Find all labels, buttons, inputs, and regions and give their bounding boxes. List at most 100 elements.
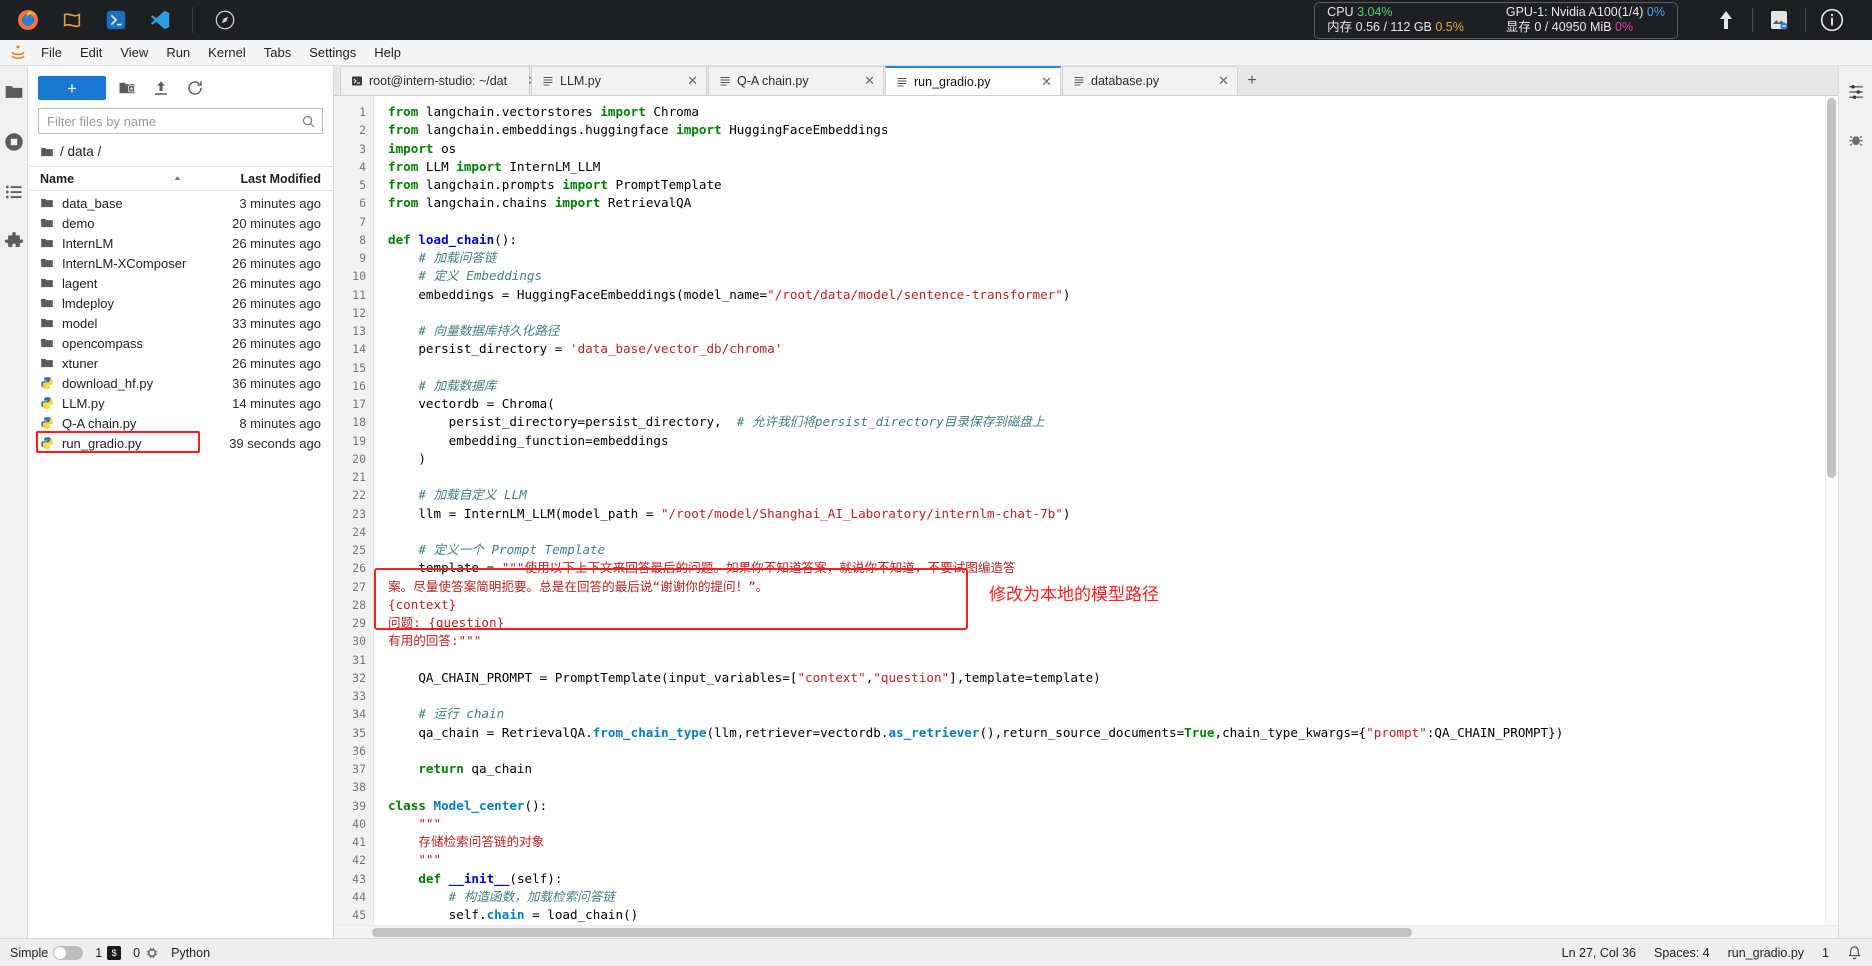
menu-tabs[interactable]: Tabs: [255, 42, 300, 63]
editor-tab[interactable]: LLM.py ✕: [531, 66, 707, 95]
file-list-item[interactable]: InternLM-XComposer 26 minutes ago: [28, 253, 333, 273]
file-modified: 26 minutes ago: [232, 235, 321, 251]
upload-icon[interactable]: [148, 76, 174, 100]
property-inspector-icon[interactable]: [1844, 80, 1868, 104]
folder-icon: [40, 316, 62, 330]
terminal-icon[interactable]: [50, 0, 94, 40]
cpu-metric: CPU 3.04%: [1327, 5, 1464, 20]
image-icon[interactable]: [1753, 0, 1805, 40]
line-number: 13: [352, 324, 366, 338]
extensions-icon[interactable]: [2, 230, 26, 254]
vscode-alt-icon[interactable]: [94, 0, 138, 40]
editor-tab[interactable]: root@intern-studio: ~/dat✕: [340, 66, 538, 95]
upload-arrow-icon[interactable]: [1700, 0, 1752, 40]
cursor-position[interactable]: Ln 27, Col 36: [1562, 946, 1636, 960]
file-list-item[interactable]: download_hf.py 36 minutes ago: [28, 373, 333, 393]
new-tab-button[interactable]: +: [1239, 66, 1265, 95]
file-name: model: [62, 315, 98, 331]
python-file-icon: [40, 396, 62, 410]
column-header-modified[interactable]: Last Modified: [215, 172, 333, 186]
file-list-item[interactable]: run_gradio.py 39 seconds ago: [28, 431, 333, 453]
menu-bar: File Edit View Run Kernel Tabs Settings …: [0, 40, 1872, 66]
vscode-icon[interactable]: [138, 0, 182, 40]
line-number: 25: [352, 543, 366, 557]
indent-setting[interactable]: Spaces: 4: [1654, 946, 1710, 960]
menu-help[interactable]: Help: [365, 42, 410, 63]
line-number: 33: [352, 689, 366, 703]
simple-mode-label: Simple: [10, 945, 49, 960]
vertical-scrollbar[interactable]: [1827, 98, 1836, 478]
file-list-item[interactable]: opencompass 26 minutes ago: [28, 333, 333, 353]
editor-tab[interactable]: Q-A chain.py ✕: [708, 66, 884, 95]
menu-kernel[interactable]: Kernel: [199, 42, 255, 63]
firefox-icon[interactable]: [6, 0, 50, 40]
column-header-name[interactable]: Name: [40, 172, 172, 186]
menu-view[interactable]: View: [111, 42, 157, 63]
cpu-label: CPU: [1327, 4, 1354, 19]
file-list-item[interactable]: data_base 3 minutes ago: [28, 193, 333, 213]
line-number: 31: [352, 652, 366, 667]
mode-toggle-switch[interactable]: [53, 945, 84, 960]
close-icon[interactable]: ✕: [673, 73, 698, 89]
file-name: xtuner: [62, 355, 99, 371]
file-list-item[interactable]: Q-A chain.py 8 minutes ago: [28, 413, 333, 433]
editor-tab-bar: root@intern-studio: ~/dat✕LLM.py✕Q-A cha…: [334, 66, 1838, 96]
search-input[interactable]: [47, 113, 301, 129]
file-text-icon: [1073, 75, 1085, 87]
file-list-item[interactable]: InternLM 26 minutes ago: [28, 233, 333, 253]
info-icon[interactable]: [1806, 0, 1858, 40]
file-list-item[interactable]: lagent 26 minutes ago: [28, 273, 333, 293]
code-editor[interactable]: 1 2 3 4 5 6 7 8 9 10 11 12 13 14 15 16 17 18 19 20 21 22 23 24 2…: [334, 96, 1838, 925]
line-number: 34: [352, 707, 366, 722]
debugger-icon[interactable]: [1844, 128, 1868, 152]
compass-icon[interactable]: [203, 0, 247, 40]
file-modified: 20 minutes ago: [232, 215, 321, 231]
horizontal-scroll-track[interactable]: [334, 925, 1838, 938]
bell-icon[interactable]: [1847, 945, 1862, 960]
vertical-scroll-track[interactable]: [1825, 96, 1838, 925]
close-icon[interactable]: ✕: [1027, 74, 1052, 90]
file-list-item[interactable]: lmdeploy 26 minutes ago: [28, 293, 333, 313]
language-indicator[interactable]: Python: [171, 946, 210, 960]
editor-tab[interactable]: database.py ✕: [1062, 66, 1238, 95]
menu-edit[interactable]: Edit: [71, 42, 111, 63]
terminals-indicator[interactable]: 1 $: [95, 945, 122, 960]
new-launcher-button[interactable]: +: [38, 76, 106, 100]
menu-settings[interactable]: Settings: [300, 42, 365, 63]
close-icon[interactable]: ✕: [1204, 73, 1229, 89]
file-name: run_gradio.py: [62, 435, 142, 451]
menu-file[interactable]: File: [32, 42, 71, 63]
refresh-icon[interactable]: [182, 76, 208, 100]
editor-tab[interactable]: run_gradio.py ✕: [885, 66, 1061, 95]
file-name: LLM.py: [62, 395, 105, 411]
line-number: 42: [352, 853, 366, 868]
folder-icon[interactable]: [2, 80, 26, 104]
file-list-item[interactable]: xtuner 26 minutes ago: [28, 353, 333, 373]
jupyter-logo-icon: [4, 40, 32, 66]
file-list: data_base 3 minutes ago demo 20 minutes ago…: [28, 191, 333, 938]
menu-run[interactable]: Run: [157, 42, 199, 63]
file-modified: 26 minutes ago: [232, 295, 321, 311]
tab-label: Q-A chain.py: [737, 74, 809, 88]
close-icon[interactable]: ✕: [850, 73, 875, 89]
breadcrumb[interactable]: / data /: [28, 142, 333, 166]
kernels-indicator[interactable]: 0: [133, 946, 159, 960]
new-folder-icon[interactable]: [114, 76, 140, 100]
code-content[interactable]: from langchain.vectorstores import Chrom…: [374, 96, 1838, 925]
sort-ascending-icon[interactable]: [172, 173, 183, 184]
line-number: 23: [352, 506, 366, 521]
line-number: 3: [359, 141, 366, 156]
file-list-item[interactable]: LLM.py 14 minutes ago: [28, 393, 333, 413]
simple-mode-toggle[interactable]: Simple: [10, 945, 84, 960]
vram-value: 0 / 40950 MiB: [1534, 19, 1612, 34]
horizontal-scrollbar[interactable]: [372, 928, 1412, 937]
commands-icon[interactable]: [2, 180, 26, 204]
file-list-item[interactable]: demo 20 minutes ago: [28, 213, 333, 233]
file-browser-toolbar: +: [28, 66, 333, 108]
line-number: 21: [352, 470, 366, 484]
running-terminals-icon[interactable]: [2, 130, 26, 154]
line-number: 35: [352, 725, 366, 740]
file-filter-box[interactable]: [38, 108, 323, 134]
file-list-item[interactable]: model 33 minutes ago: [28, 313, 333, 333]
main-body: + / data / Name: [0, 66, 1872, 938]
